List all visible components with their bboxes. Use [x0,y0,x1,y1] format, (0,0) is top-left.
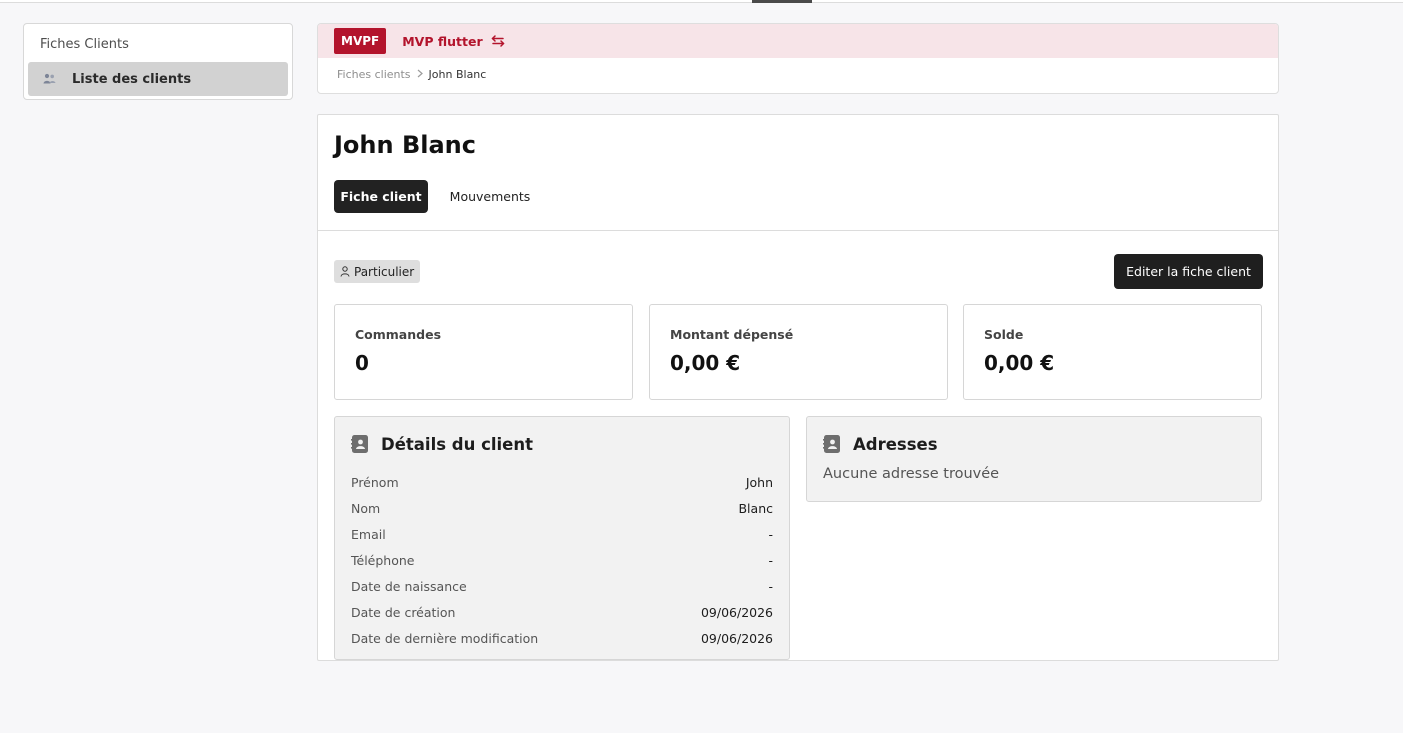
tab-movements[interactable]: Mouvements [442,180,538,213]
row-key: Date de dernière modification [351,630,539,646]
swap-icon[interactable] [491,35,505,47]
stat-card-amount-spent: Montant dépensé 0,00 € [649,304,948,400]
row-value: 09/06/2026 [700,604,773,620]
sidebar-item-client-list[interactable]: Liste des clients [28,62,288,96]
row-key: Nom [351,500,381,516]
edit-client-button[interactable]: Editer la fiche client [1114,254,1263,289]
client-card: John Blanc Fiche client Mouvements Parti… [317,114,1279,661]
sidebar-item-label: Liste des clients [72,71,192,87]
row-value: John [745,474,773,490]
addresses-title: Adresses [853,434,938,454]
no-address-message: Aucune adresse trouvée [823,466,1000,482]
details-row-birth-date: Date de naissance - [351,573,773,599]
person-icon [340,266,350,277]
contact-book-icon [823,434,841,454]
client-type-tag: Particulier [334,260,421,283]
breadcrumb-client-files[interactable]: Fiches clients [337,68,411,81]
details-list: Prénom John Nom Blanc Email - Téléphone - Da… [351,469,773,651]
stat-label: Solde [984,327,1024,342]
details-row-created: Date de création 09/06/2026 [351,599,773,625]
top-bar [0,0,1403,3]
page-title: John Blanc [334,131,476,159]
project-name[interactable]: MVP flutter [402,34,482,49]
breadcrumb-current: John Blanc [428,68,487,81]
stat-value: 0,00 € [984,351,1055,375]
project-badge: MVPF [334,28,387,54]
active-indicator [752,0,812,3]
details-row-phone: Téléphone - [351,547,773,573]
project-band: MVPF MVP flutter [318,24,1278,58]
details-row-modified: Date de dernière modification 09/06/2026 [351,625,773,651]
addresses-panel: Adresses Aucune adresse trouvée [806,416,1262,502]
stat-card-orders: Commandes 0 [334,304,633,400]
stat-label: Commandes [355,327,442,342]
breadcrumb: Fiches clients John Blanc [337,68,486,81]
details-row-first-name: Prénom John [351,469,773,495]
chevron-right-icon [417,68,423,81]
users-icon [42,73,56,85]
client-details-panel: Détails du client Prénom John Nom Blanc Em… [334,416,790,660]
divider [318,230,1278,231]
row-key: Email [351,526,386,542]
stat-value: 0 [355,351,369,375]
row-value: - [768,552,773,568]
project-header: MVPF MVP flutter Fiches clients John Bla… [317,23,1279,94]
row-key: Date de création [351,604,456,620]
row-value: - [768,578,773,594]
tab-client-file[interactable]: Fiche client [334,180,428,213]
client-type-label: Particulier [354,264,415,279]
row-key: Date de naissance [351,578,467,594]
row-key: Téléphone [351,552,415,568]
row-value: 09/06/2026 [700,630,773,646]
row-key: Prénom [351,474,399,490]
row-value: - [768,526,773,542]
sidebar-title: Fiches Clients [40,37,129,52]
stat-value: 0,00 € [670,351,741,375]
contact-book-icon [351,434,369,454]
stat-label: Montant dépensé [670,327,794,342]
details-title: Détails du client [381,434,534,454]
row-value: Blanc [738,500,773,516]
stat-card-balance: Solde 0,00 € [963,304,1262,400]
details-row-last-name: Nom Blanc [351,495,773,521]
details-row-email: Email - [351,521,773,547]
sidebar: Fiches Clients Liste des clients [23,23,293,100]
